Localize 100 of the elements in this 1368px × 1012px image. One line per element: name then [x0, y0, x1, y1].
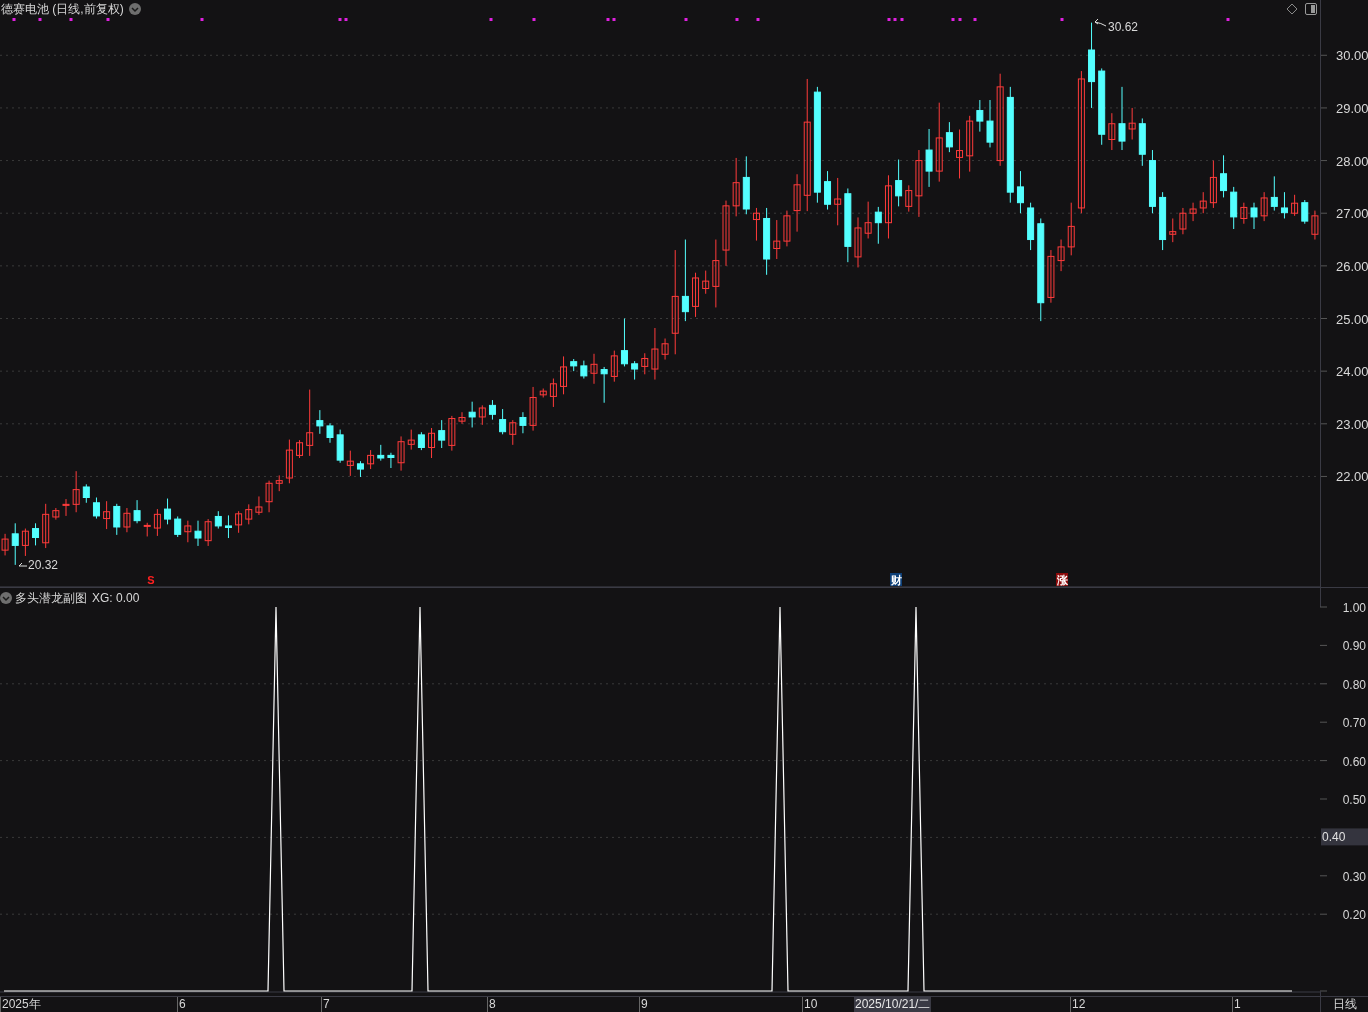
candlestick [326, 422, 334, 444]
candlestick [580, 360, 588, 379]
candlestick [235, 510, 243, 534]
candlestick [539, 388, 547, 398]
candlestick [1027, 202, 1035, 251]
candlestick [722, 200, 730, 267]
candlestick [763, 207, 771, 276]
candlestick [915, 149, 923, 218]
candlestick [174, 515, 182, 538]
candlestick [356, 460, 364, 478]
candlestick [133, 499, 141, 524]
candlestick [204, 518, 212, 547]
candlestick [1280, 191, 1288, 219]
candlestick [32, 522, 40, 546]
candlestick [874, 206, 882, 245]
panel-toggle-icon[interactable] [1305, 3, 1317, 15]
candlestick [895, 159, 903, 207]
event-marker[interactable]: 财 [890, 574, 902, 586]
candlestick [610, 350, 618, 383]
candlestick [1311, 210, 1319, 241]
event-marker[interactable]: S [147, 574, 155, 586]
candlestick [438, 419, 446, 449]
chevron-down-icon[interactable] [0, 591, 12, 604]
candlestick [255, 495, 263, 516]
candlestick [1250, 202, 1258, 230]
candlestick [1118, 86, 1126, 151]
candlestick [103, 500, 111, 530]
candlestick [884, 174, 892, 239]
candlestick [620, 318, 628, 367]
candlestick [1199, 191, 1207, 214]
pointer-arrow-icon [18, 562, 28, 567]
diamond-icon[interactable] [1286, 3, 1298, 15]
candlestick [834, 177, 842, 226]
axis-label: 24.00 [1336, 364, 1368, 380]
candlestick [752, 207, 760, 242]
axis-label: 0.70 [1342, 716, 1366, 731]
candlestick [224, 514, 232, 539]
candlestick [113, 503, 121, 536]
candlestick [275, 474, 283, 492]
candlestick [549, 378, 557, 408]
candlestick [793, 173, 801, 233]
candlestick [1189, 202, 1197, 222]
candlestick [499, 408, 507, 435]
axis-label: 0.30 [1342, 869, 1366, 884]
candlestick [773, 219, 781, 260]
candlestick [377, 444, 385, 462]
candlestick [1209, 160, 1217, 209]
axis-label: 9 [639, 997, 648, 1012]
axis-label: 26.00 [1336, 258, 1368, 274]
candlestick [1220, 154, 1228, 198]
candlestick [1240, 202, 1248, 225]
candlestick [336, 429, 344, 464]
candlestick [1, 533, 9, 556]
candlestick [346, 450, 354, 477]
axis-label: 10 [802, 997, 818, 1012]
candlestick [945, 121, 953, 153]
indicator-reading: XG: 0.00 [92, 590, 140, 605]
candlestick [306, 389, 314, 457]
axis-label: 12 [1070, 997, 1086, 1012]
axis-label: 7 [321, 997, 330, 1012]
candlestick [417, 431, 425, 451]
candlestick [560, 355, 568, 395]
axis-label: 0.60 [1342, 754, 1366, 769]
axis-label: 0.20 [1342, 908, 1366, 923]
chevron-down-icon[interactable] [129, 3, 141, 15]
candlestick [428, 427, 436, 459]
cursor-date-label: 2025/10/21/二 [854, 997, 932, 1012]
candlestick [123, 507, 131, 533]
period-label[interactable]: 日线 [1320, 997, 1368, 1012]
candlestick [1260, 191, 1268, 222]
candlestick [62, 498, 70, 517]
candlestick [864, 201, 872, 239]
candlestick [164, 498, 172, 525]
axis-value-text: 0.40 [1322, 830, 1346, 845]
candlestick [245, 503, 253, 525]
candlestick [976, 99, 984, 133]
chart-title: 德赛电池 (日线,前复权) [1, 2, 124, 16]
candlestick [1016, 170, 1024, 214]
candlestick [519, 411, 527, 434]
candlestick [1179, 207, 1187, 235]
candlestick [509, 419, 517, 446]
axis-value-marker [1321, 828, 1368, 846]
candlestick [367, 449, 375, 470]
candlestick [458, 411, 466, 425]
candlestick [631, 360, 639, 381]
axis-label: 25.00 [1336, 311, 1368, 327]
event-marker[interactable]: 涨 [1056, 574, 1068, 586]
candlestick [52, 507, 60, 521]
candlestick [153, 508, 161, 537]
candlestick [600, 366, 608, 404]
candlestick [986, 99, 994, 148]
axis-label: 28.00 [1336, 153, 1368, 169]
candlestick [285, 439, 293, 484]
indicator-title: 多头潜龙副图 [15, 590, 87, 605]
axis-label: 2025年 [0, 997, 41, 1012]
candlestick [478, 404, 486, 426]
candlestick [1108, 112, 1116, 151]
candlestick [92, 497, 100, 520]
candlestick [641, 352, 649, 375]
candlestick [1138, 117, 1146, 167]
